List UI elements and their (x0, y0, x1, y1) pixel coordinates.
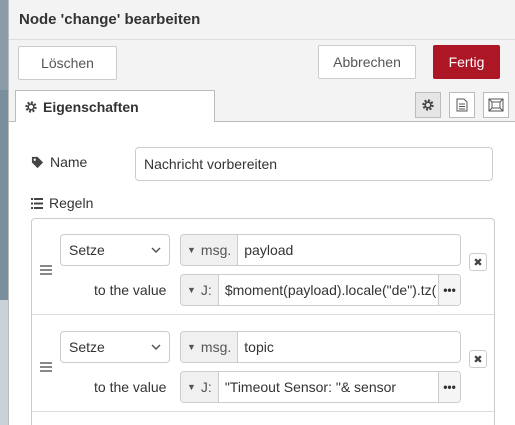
drag-handle-icon[interactable] (40, 362, 52, 372)
tab-description-button[interactable] (449, 92, 475, 118)
tab-bar: Eigenschaften (9, 88, 515, 123)
gear-icon (25, 101, 37, 113)
property-type-button[interactable]: ▼ msg. (181, 235, 239, 265)
caret-down-icon: ▼ (187, 382, 196, 392)
expand-editor-button[interactable]: ••• (438, 372, 460, 402)
property-type-prefix: msg. (200, 339, 232, 355)
rule-item: Setze ▼ msg. topic to the value ▼ J: "Ti… (32, 316, 494, 412)
rule-value-text: $moment(payload).locale("de").tz( (224, 282, 437, 298)
done-button[interactable]: Fertig (433, 45, 500, 79)
caret-down-icon: ▼ (187, 245, 196, 255)
dialog-titlebar: Node 'change' bearbeiten (9, 0, 515, 40)
caret-down-icon: ▼ (187, 342, 196, 352)
tag-icon (31, 156, 44, 168)
chevron-down-icon (151, 246, 161, 253)
rules-row-label: Regeln (31, 195, 93, 211)
list-icon (31, 197, 43, 209)
workspace-edge-bottom (0, 300, 8, 425)
name-input[interactable]: Nachricht vorbereiten (135, 147, 493, 181)
to-value-label: to the value (94, 379, 167, 395)
caret-down-icon: ▼ (187, 285, 196, 295)
tab-properties[interactable]: Eigenschaften (15, 90, 215, 123)
workspace-edge-top (0, 0, 8, 90)
jsonata-icon: J: (200, 379, 212, 395)
drag-handle-icon[interactable] (40, 265, 52, 275)
tab-properties-label: Eigenschaften (43, 99, 139, 115)
gear-icon (422, 99, 434, 111)
name-label: Name (50, 154, 88, 170)
remove-rule-button[interactable]: ✖ (469, 253, 487, 271)
property-value: payload (244, 242, 294, 258)
dialog-title: Node 'change' bearbeiten (19, 11, 201, 28)
rule-action-value: Setze (69, 339, 105, 355)
tab-settings-button[interactable] (415, 92, 441, 118)
properties-panel: Name Nachricht vorbereiten Regeln Setze (9, 122, 515, 425)
to-value-label: to the value (94, 282, 167, 298)
rule-value-input[interactable]: ▼ J: "Timeout Sensor: "& sensor ••• (180, 371, 461, 403)
rule-action-select[interactable]: Setze (60, 234, 170, 266)
rule-property-input[interactable]: ▼ msg. payload (180, 234, 461, 266)
appearance-icon (488, 98, 504, 112)
rule-action-select[interactable]: Setze (60, 331, 170, 363)
edit-dialog: Node 'change' bearbeiten Löschen Abbrech… (8, 0, 515, 425)
delete-button[interactable]: Löschen (18, 46, 117, 80)
rule-property-input[interactable]: ▼ msg. topic (180, 331, 461, 363)
tab-appearance-button[interactable] (483, 92, 509, 118)
property-value: topic (244, 339, 274, 355)
workspace-edge (0, 0, 8, 425)
name-row-label: Name (31, 154, 87, 170)
rule-action-value: Setze (69, 242, 105, 258)
value-type-button[interactable]: ▼ J: (181, 372, 219, 402)
cancel-button[interactable]: Abbrechen (318, 45, 416, 79)
expand-editor-button[interactable]: ••• (438, 275, 460, 305)
document-icon (456, 98, 468, 112)
rule-value-text: "Timeout Sensor: "& sensor (224, 379, 397, 395)
chevron-down-icon (151, 343, 161, 350)
jsonata-icon: J: (200, 282, 212, 298)
rule-value-input[interactable]: ▼ J: $moment(payload).locale("de").tz( •… (180, 274, 461, 306)
rule-item: Setze ▼ msg. payload to the value ▼ J: $… (32, 219, 494, 315)
property-type-button[interactable]: ▼ msg. (181, 332, 239, 362)
rules-list: Setze ▼ msg. payload to the value ▼ J: $… (31, 218, 495, 425)
dialog-toolbar: Löschen Abbrechen Fertig (9, 40, 515, 88)
rules-label: Regeln (49, 195, 94, 211)
remove-rule-button[interactable]: ✖ (469, 350, 487, 368)
value-type-button[interactable]: ▼ J: (181, 275, 219, 305)
property-type-prefix: msg. (200, 242, 232, 258)
